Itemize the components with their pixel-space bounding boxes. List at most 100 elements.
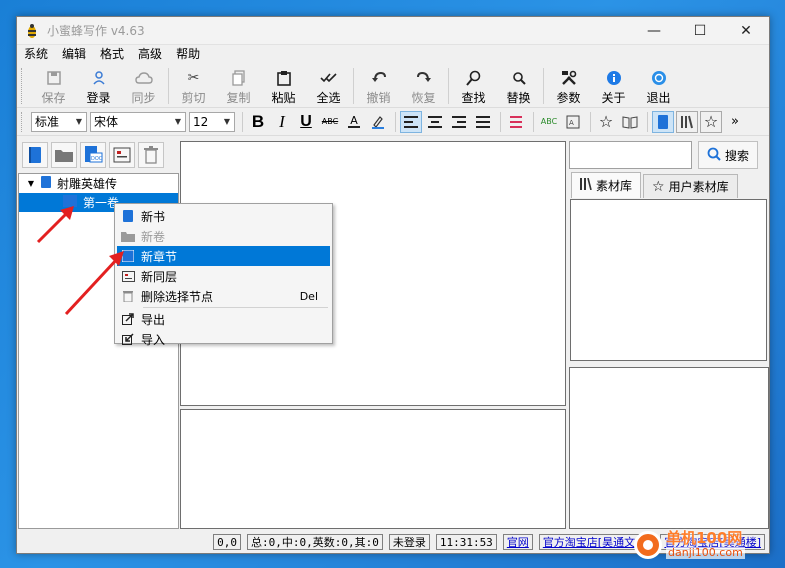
italic-button[interactable]: I: [271, 111, 293, 133]
tools-icon: [561, 69, 577, 87]
user-icon: [91, 69, 107, 87]
save-icon: [46, 69, 62, 87]
cut-button[interactable]: ✂ 剪切: [171, 65, 216, 107]
menu-advanced[interactable]: 高级: [131, 45, 169, 64]
bee-app-icon: [23, 22, 41, 40]
style-select[interactable]: 标准 ▼: [31, 111, 87, 132]
menu-item-import[interactable]: 导入: [117, 329, 330, 349]
params-button[interactable]: 参数: [546, 65, 591, 107]
format-separator: [242, 111, 243, 132]
trash-icon[interactable]: [138, 142, 164, 168]
copy-button[interactable]: 复制: [216, 65, 261, 107]
spellcheck-icon[interactable]: ABC: [538, 111, 560, 133]
tab-label: 用户素材库: [668, 180, 729, 194]
select-all-label: 全选: [316, 90, 341, 105]
font-value: 宋体: [94, 115, 119, 129]
minimize-button[interactable]: —: [631, 17, 677, 45]
align-center-icon[interactable]: [424, 111, 446, 133]
doc-icon[interactable]: DOC: [80, 142, 106, 168]
align-left-icon[interactable]: [400, 110, 422, 133]
new-book-icon[interactable]: [22, 142, 48, 168]
copy-icon: [231, 69, 247, 87]
editor-notes[interactable]: [180, 409, 566, 529]
menu-item-new-sibling[interactable]: 新同层: [117, 266, 330, 286]
close-button[interactable]: ✕: [723, 17, 769, 45]
search-label: 搜索: [724, 148, 749, 163]
menu-item-export[interactable]: 导出: [117, 309, 330, 329]
material-preview[interactable]: [569, 367, 769, 529]
select-all-button[interactable]: 全选: [306, 65, 351, 107]
tree-node-label: 射雕英雄传: [57, 177, 118, 191]
search-icon: [707, 147, 721, 164]
more-button[interactable]: »: [724, 111, 746, 133]
folder-icon[interactable]: [51, 142, 77, 168]
favorite-star-icon[interactable]: ☆: [700, 110, 722, 133]
material-search-input[interactable]: [569, 141, 692, 169]
folder-icon: [117, 231, 139, 242]
undo-button[interactable]: 撤销: [356, 65, 401, 107]
menu-item-new-chapter[interactable]: 新章节: [117, 246, 330, 266]
context-menu: 新书 新卷 新章节 新同层 删除选择节点 Del 导出 导入: [114, 203, 333, 347]
magnifier-icon: [465, 69, 482, 87]
strikethrough-icon[interactable]: ABC: [319, 111, 341, 133]
book-icon: [41, 176, 51, 191]
about-button[interactable]: 关于: [591, 65, 636, 107]
login-button[interactable]: 登录: [76, 65, 121, 107]
library-icon[interactable]: [676, 110, 698, 133]
font-size-select[interactable]: 12 ▼: [189, 111, 235, 132]
menu-item-new-book[interactable]: 新书: [117, 206, 330, 226]
save-button[interactable]: 保存: [31, 65, 76, 107]
menu-system[interactable]: 系统: [17, 45, 55, 64]
clipboard-icon: [276, 69, 292, 87]
bold-button[interactable]: B: [247, 111, 269, 133]
toolbar-grip[interactable]: [21, 111, 25, 132]
tab-user-material[interactable]: ☆ 用户素材库: [643, 174, 738, 198]
menu-item-label: 新同层: [141, 269, 178, 284]
menu-item-delete-node[interactable]: 删除选择节点 Del: [117, 286, 330, 306]
search-button[interactable]: 搜索: [698, 141, 758, 169]
menu-format[interactable]: 格式: [93, 45, 131, 64]
open-book-icon[interactable]: [619, 111, 641, 133]
redo-icon: [416, 69, 432, 87]
chevron-down-icon: ▼: [223, 117, 231, 126]
toolbar-grip[interactable]: [21, 67, 25, 104]
tab-material[interactable]: 素材库: [571, 172, 642, 198]
window-title: 小蜜蜂写作 v4.63: [47, 24, 145, 38]
collapse-triangle-icon[interactable]: ▼: [23, 179, 39, 188]
replace-icon: [511, 69, 527, 87]
star-icon[interactable]: ☆: [595, 111, 617, 133]
official-site-link[interactable]: 官网: [502, 534, 533, 550]
text-box-icon[interactable]: A: [562, 111, 584, 133]
format-toolbar: 标准 ▼ 宋体 ▼ 12 ▼ B I U ABC A ABC A ☆ ☆ »: [17, 108, 769, 136]
find-button[interactable]: 查找: [451, 65, 496, 107]
exit-button[interactable]: 退出: [636, 65, 681, 107]
maximize-button[interactable]: ☐: [677, 17, 723, 45]
chapter-list-icon[interactable]: [109, 142, 135, 168]
title-bar[interactable]: 小蜜蜂写作 v4.63 — ☐ ✕: [17, 17, 769, 45]
menu-item-new-volume[interactable]: 新卷: [117, 226, 330, 246]
params-label: 参数: [556, 90, 581, 105]
font-select[interactable]: 宋体 ▼: [90, 111, 186, 132]
highlight-icon[interactable]: [367, 111, 389, 133]
list-icon[interactable]: [505, 111, 527, 133]
font-color-icon[interactable]: A: [343, 111, 365, 133]
replace-button[interactable]: 替换: [496, 65, 541, 107]
menu-help[interactable]: 帮助: [169, 45, 207, 64]
redo-button[interactable]: 恢复: [401, 65, 446, 107]
sync-button[interactable]: 同步: [121, 65, 166, 107]
material-list[interactable]: [570, 199, 767, 361]
paste-label: 粘贴: [271, 90, 296, 105]
format-separator: [500, 111, 501, 132]
paste-button[interactable]: 粘贴: [261, 65, 306, 107]
watermark-url: danji100.com: [666, 546, 745, 560]
tree-node-book[interactable]: ▼ 射雕英雄传: [19, 174, 178, 193]
align-right-icon[interactable]: [448, 111, 470, 133]
chevron-down-icon: ▼: [75, 117, 83, 126]
underline-button[interactable]: U: [295, 111, 317, 133]
style-value: 标准: [35, 115, 60, 129]
menu-edit[interactable]: 编辑: [55, 45, 93, 64]
justify-icon[interactable]: [472, 111, 494, 133]
toolbar-separator: [353, 67, 354, 104]
shortcut-label: Del: [299, 289, 318, 303]
book-view-icon[interactable]: [652, 110, 674, 133]
